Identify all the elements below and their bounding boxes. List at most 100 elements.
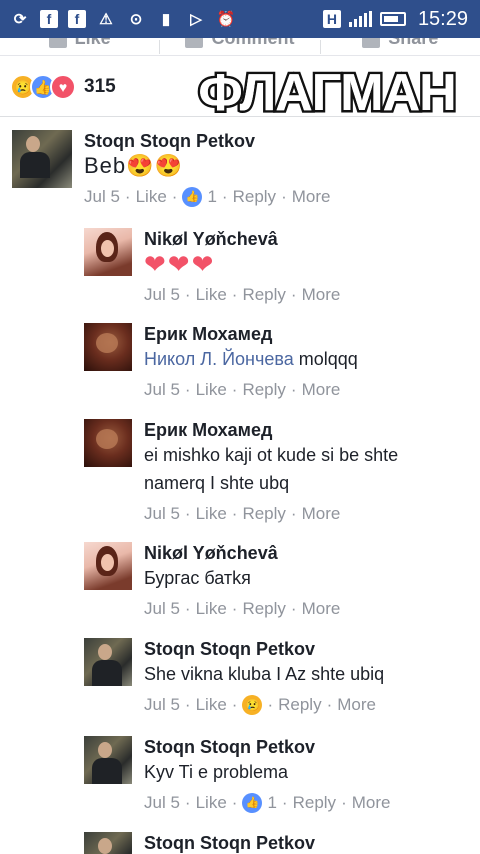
comment-author[interactable]: Stoqn Stoqn Petkov: [144, 638, 384, 660]
comment-date[interactable]: Jul 5: [144, 503, 180, 525]
sad-reaction-icon: 😢: [242, 695, 263, 715]
comment-meta: Jul 5 · Like · 👍 1 · Reply · More: [84, 186, 331, 208]
more-link[interactable]: More: [302, 598, 341, 620]
comment-date[interactable]: Jul 5: [144, 379, 180, 401]
comment-like-count[interactable]: 1: [267, 792, 276, 814]
status-bar: ⟳ f f ⚠ ⊙ ▮ ▷ ⏰ H 15:29: [0, 0, 480, 38]
share-icon: [362, 38, 381, 48]
thumbs-up-icon: [48, 38, 67, 48]
avatar[interactable]: [84, 419, 132, 467]
like-link[interactable]: Like: [136, 186, 167, 208]
comment-meta: Jul 5 · Like · 😢 · Reply · More: [144, 694, 376, 716]
comment-author[interactable]: Ерик Мохамед: [144, 419, 398, 441]
comment-like-count[interactable]: 1: [207, 186, 216, 208]
like-link[interactable]: Like: [196, 379, 227, 401]
reply-link[interactable]: Reply: [242, 284, 285, 306]
comment-item: Stoqn Stoqn Petkov Beb😍😍 Jul 5 · Like · 👍 …: [12, 130, 330, 208]
reply-link[interactable]: Reply: [242, 503, 285, 525]
download-icon: ⊙: [129, 11, 143, 28]
share-action-button[interactable]: Share: [321, 38, 480, 55]
like-link[interactable]: Like: [196, 694, 227, 716]
comment-text: namerq I shte ubq: [144, 473, 290, 493]
avatar[interactable]: [84, 832, 132, 854]
comment-text: Beb😍😍: [84, 153, 183, 178]
play-store-icon: ▷: [190, 11, 202, 28]
like-reaction-icon: 👍: [182, 187, 203, 207]
sd-card-icon: ▮: [161, 11, 171, 28]
avatar[interactable]: [12, 130, 72, 188]
comment-date[interactable]: Jul 5: [84, 186, 120, 208]
like-action-label: Like: [74, 38, 111, 48]
comment-action-label: Comment: [211, 38, 295, 48]
comment-meta: Jul 5 · Like · Reply · More: [144, 598, 341, 620]
h-network-icon: H: [322, 10, 341, 28]
comment-author[interactable]: Nikøl Yøňchevâ: [144, 228, 340, 250]
comment-text: Никол Л. Йончева molqqq: [144, 345, 358, 373]
signal-icon: [348, 11, 372, 27]
more-link[interactable]: More: [352, 792, 391, 814]
comment-date[interactable]: Jul 5: [144, 694, 180, 716]
avatar[interactable]: [84, 638, 132, 686]
flagman-logo: ФЛАГМАН ФЛАГМАН: [196, 62, 458, 125]
reply-item: Stoqn Stoqn Petkov: [84, 832, 315, 854]
warning-icon: ⚠: [99, 11, 113, 28]
like-link[interactable]: Like: [196, 503, 227, 525]
comment-text: ei mishko kaji ot kude si be shte: [144, 445, 399, 465]
divider: [0, 116, 480, 117]
comment-date[interactable]: Jul 5: [144, 598, 180, 620]
more-link[interactable]: More: [302, 503, 341, 525]
more-link[interactable]: More: [292, 186, 331, 208]
comment-meta: Jul 5 · Like · Reply · More: [144, 284, 341, 306]
avatar[interactable]: [84, 736, 132, 784]
comment-text: Kyv Ti e problema: [144, 762, 289, 782]
comment-meta: Jul 5 · Like · Reply · More: [144, 503, 341, 525]
reply-item: Stoqn Stoqn Petkov Kyv Ti e problema Jul…: [84, 736, 390, 814]
avatar[interactable]: [84, 542, 132, 590]
like-link[interactable]: Like: [196, 598, 227, 620]
reply-link[interactable]: Reply: [293, 792, 336, 814]
reply-item: Ерик Мохамед ei mishko kaji ot kude si b…: [84, 419, 398, 525]
facebook-icon: f: [40, 10, 58, 28]
reply-link[interactable]: Reply: [242, 598, 285, 620]
sync-icon: ⟳: [13, 11, 27, 28]
reply-item: Ерик Мохамед Никол Л. Йончева molqqq Jul…: [84, 323, 358, 401]
love-reaction-icon: ♥: [50, 74, 76, 100]
facebook-icon: f: [68, 10, 86, 28]
comment-icon: [185, 38, 204, 48]
comment-meta: Jul 5 · Like · Reply · More: [144, 379, 341, 401]
reply-link[interactable]: Reply: [233, 186, 276, 208]
share-action-label: Share: [388, 38, 439, 48]
like-reaction-icon: 👍: [242, 793, 263, 813]
reactions-summary[interactable]: 😢 👍 ♥ 315: [10, 74, 116, 100]
comment-date[interactable]: Jul 5: [144, 792, 180, 814]
like-link[interactable]: Like: [196, 792, 227, 814]
comment-author[interactable]: Stoqn Stoqn Petkov: [144, 832, 315, 854]
more-link[interactable]: More: [337, 694, 376, 716]
comment-author[interactable]: Nikøl Yøňchevâ: [144, 542, 340, 564]
reply-link[interactable]: Reply: [242, 379, 285, 401]
like-action-button[interactable]: Like: [0, 38, 159, 55]
post-action-bar: Like Comment Share: [0, 38, 480, 56]
alarm-icon: ⏰: [216, 11, 236, 28]
reply-link[interactable]: Reply: [278, 694, 321, 716]
like-link[interactable]: Like: [196, 284, 227, 306]
comment-date[interactable]: Jul 5: [144, 284, 180, 306]
more-link[interactable]: More: [302, 284, 341, 306]
clock: 15:29: [417, 7, 468, 30]
battery-icon: [379, 12, 406, 26]
comment-meta: Jul 5 · Like · 👍 1 · Reply · More: [144, 792, 391, 814]
reaction-count: 315: [84, 76, 116, 97]
comment-author[interactable]: Stoqn Stoqn Petkov: [144, 736, 390, 758]
comment-author[interactable]: Ерик Мохамед: [144, 323, 358, 345]
comment-action-button[interactable]: Comment: [160, 38, 319, 55]
comment-author[interactable]: Stoqn Stoqn Petkov: [84, 130, 330, 152]
comment-text: Бургас батkя: [144, 568, 251, 588]
avatar[interactable]: [84, 323, 132, 371]
mention-link[interactable]: Никол Л. Йончева: [144, 349, 294, 369]
more-link[interactable]: More: [302, 379, 341, 401]
reply-item: Nikøl Yøňchevâ Бургас батkя Jul 5 · Like ·…: [84, 542, 340, 620]
avatar[interactable]: [84, 228, 132, 276]
reply-item: Stoqn Stoqn Petkov She vikna kluba I Az …: [84, 638, 384, 716]
reply-item: Nikøl Yøňchevâ ❤❤❤ Jul 5 · Like · Reply · M…: [84, 228, 340, 306]
comment-text: ❤❤❤: [144, 249, 216, 279]
